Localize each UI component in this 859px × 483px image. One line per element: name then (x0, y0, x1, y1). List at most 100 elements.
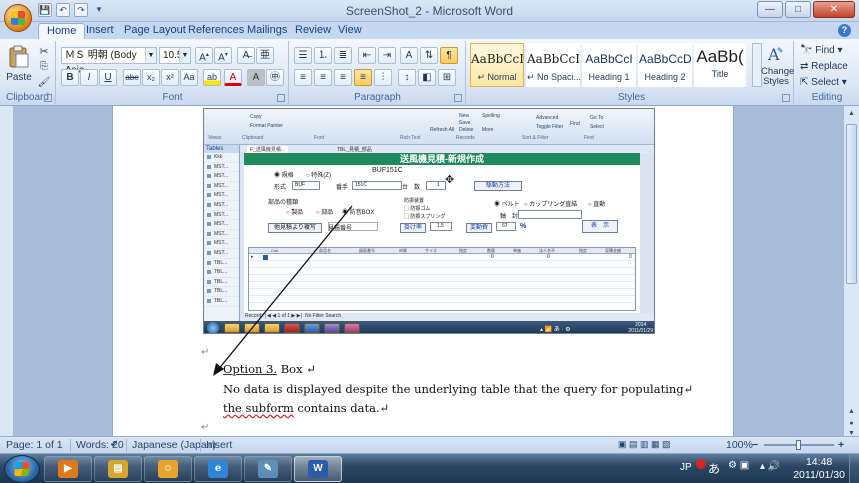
ime-options-icon[interactable]: ⚙ ▣ (728, 460, 749, 471)
copy-icon[interactable]: ⎘ (36, 60, 52, 74)
zoom-level[interactable]: 100% (726, 439, 753, 451)
zoom-in-button[interactable]: + (838, 439, 844, 451)
paste-button[interactable]: Paste (4, 43, 34, 89)
type-label: 形式 (274, 185, 287, 191)
select-icon: ⇱ (800, 77, 809, 88)
insert-mode[interactable]: Insert (206, 439, 232, 451)
ime-mode[interactable]: あ (708, 460, 720, 477)
change-styles-icon: A (767, 45, 783, 64)
taskbar-app-notes[interactable]: ✎ (244, 456, 292, 482)
vertical-scrollbar[interactable]: ▲ ▲ ● ▼ (843, 106, 859, 437)
font-dialog-launcher[interactable] (277, 94, 285, 102)
embedded-group-font: Font (314, 135, 325, 141)
maximize-button[interactable]: □ (785, 1, 811, 18)
embedded-select: Select (590, 124, 604, 130)
taskbar-app-messenger[interactable]: ☺ (144, 456, 192, 482)
asian-layout-icon[interactable]: A (400, 47, 418, 64)
prev-page-icon[interactable]: ▲ (846, 406, 857, 417)
ime-status-icon[interactable] (696, 459, 706, 469)
subscript-button[interactable]: x₂ (142, 69, 160, 86)
line-spacing-icon[interactable]: ↕ (398, 69, 416, 86)
clipboard-dialog-launcher[interactable] (44, 94, 52, 102)
help-icon[interactable]: ? (838, 24, 851, 37)
embedded-screenshot[interactable]: Copy Format Painter Refresh All New Save… (203, 108, 655, 334)
scroll-thumb[interactable] (846, 124, 857, 284)
embedded-ribbon: Copy Format Painter Refresh All New Save… (204, 109, 654, 145)
taskbar-app-word[interactable]: W (294, 456, 342, 482)
sort-icon[interactable]: ⇅ (420, 47, 438, 64)
cut-icon[interactable]: ✂ (36, 44, 52, 58)
vib-option: ▢ 防振ゴム (404, 206, 431, 212)
show-formatting-marks-icon[interactable]: ¶ (440, 47, 458, 64)
language[interactable]: Japanese (Japan) (132, 439, 216, 451)
find-button[interactable]: 🔭 Find ▾ (799, 44, 855, 58)
select-button[interactable]: ⇱ Select ▾ (799, 76, 855, 90)
italic-button[interactable]: I (80, 69, 98, 86)
line3-rest: contains data.↵ (293, 401, 390, 415)
page-count[interactable]: Page: 1 of 1 (6, 439, 63, 451)
bold-button[interactable]: B (61, 69, 79, 86)
font-color-button[interactable]: A (224, 69, 242, 86)
align-center-icon[interactable]: ≡ (314, 69, 332, 86)
shrink-font-button[interactable]: A▾ (214, 47, 232, 64)
paragraph-dialog-launcher[interactable] (454, 94, 462, 102)
styles-dialog-launcher[interactable] (782, 94, 790, 102)
font-name-combo[interactable]: ＭＳ 明朝 (Body Asia▼ (61, 47, 157, 76)
borders-icon[interactable]: ⊞ (438, 69, 456, 86)
superscript-button[interactable]: x² (161, 69, 179, 86)
embedded-nav-item: TBL... (204, 259, 239, 269)
tray-icons[interactable]: ▴ 🔊 (760, 461, 780, 472)
clear-format-icon[interactable]: A̶ (237, 47, 255, 64)
taskbar-app-media[interactable]: ▶ (44, 456, 92, 482)
subform-row (249, 289, 635, 296)
multilevel-list-icon[interactable]: ≣ (334, 47, 352, 64)
strikethrough-button[interactable]: abe (123, 69, 141, 86)
show-desktop-button[interactable] (849, 454, 859, 483)
taskbar-app-ie[interactable]: e (194, 456, 242, 482)
decrease-indent-icon[interactable]: ⇤ (358, 47, 376, 64)
language-indicator[interactable]: JP (680, 462, 692, 473)
doc-line-1[interactable]: Option 3. Box ↵ (223, 362, 316, 376)
change-case-button[interactable]: Aa (180, 69, 198, 86)
taskbar-app-explorer[interactable]: ▤ (94, 456, 142, 482)
ribbon: Paste ✂ ⎘ 🖌 Clipboard ＭＳ 明朝 (Body Asia▼ … (0, 39, 859, 106)
character-shading-button[interactable]: A (247, 69, 265, 86)
tab-insert[interactable]: Insert (78, 23, 122, 39)
embedded-advanced: Advanced (536, 115, 559, 121)
align-left-icon[interactable]: ≡ (294, 69, 312, 86)
grow-font-button[interactable]: A▴ (195, 47, 213, 64)
distributed-icon[interactable]: ⫶ (374, 69, 392, 86)
subform-text: the subform (223, 401, 294, 415)
shading-icon[interactable]: ◧ (418, 69, 436, 86)
change-styles-button[interactable]: A Change Styles (760, 43, 794, 91)
close-button[interactable]: ✕ (813, 1, 855, 18)
tab-view[interactable]: View (330, 23, 370, 39)
doc-line-2[interactable]: No data is displayed despite the underly… (223, 382, 693, 396)
print-layout-icon[interactable]: ▣ ▤ ▥ ▦ ▧ (618, 439, 671, 450)
minimize-button[interactable]: — (757, 1, 783, 18)
office-button[interactable] (4, 4, 32, 32)
bullets-icon[interactable]: ☰ (294, 47, 312, 64)
increase-indent-icon[interactable]: ⇥ (378, 47, 396, 64)
start-button[interactable] (4, 455, 40, 483)
numbering-icon[interactable]: ⒈ (314, 47, 332, 64)
opt-standard: ◉ 規格 (274, 173, 294, 179)
highlight-button[interactable]: ab (203, 69, 221, 86)
phonetic-guide-icon[interactable]: 亜 (256, 47, 274, 64)
font-size-combo[interactable]: 10.5 ▼ (159, 47, 191, 64)
doc-line-3[interactable]: the subform contains data.↵ (223, 401, 389, 415)
vertical-ruler (0, 106, 14, 436)
align-right-icon[interactable]: ≡ (334, 69, 352, 86)
zoom-out-button[interactable]: − (752, 439, 758, 451)
taskbar-clock[interactable]: 14:48 2011/01/30 (793, 456, 845, 482)
format-painter-icon[interactable]: 🖌 (36, 76, 52, 90)
scroll-up-icon[interactable]: ▲ (846, 108, 857, 119)
internet-explorer-icon: e (208, 460, 228, 478)
justify-icon[interactable]: ≡ (354, 69, 372, 86)
parts-option: ○ 製品 (286, 210, 304, 216)
zoom-slider-knob[interactable] (796, 440, 801, 450)
replace-button[interactable]: ⇄ Replace (799, 60, 855, 74)
underline-button[interactable]: U (99, 69, 117, 86)
proofing-icon[interactable]: ✔ (110, 439, 118, 450)
enclose-characters-icon[interactable]: ㊥ (266, 69, 284, 86)
